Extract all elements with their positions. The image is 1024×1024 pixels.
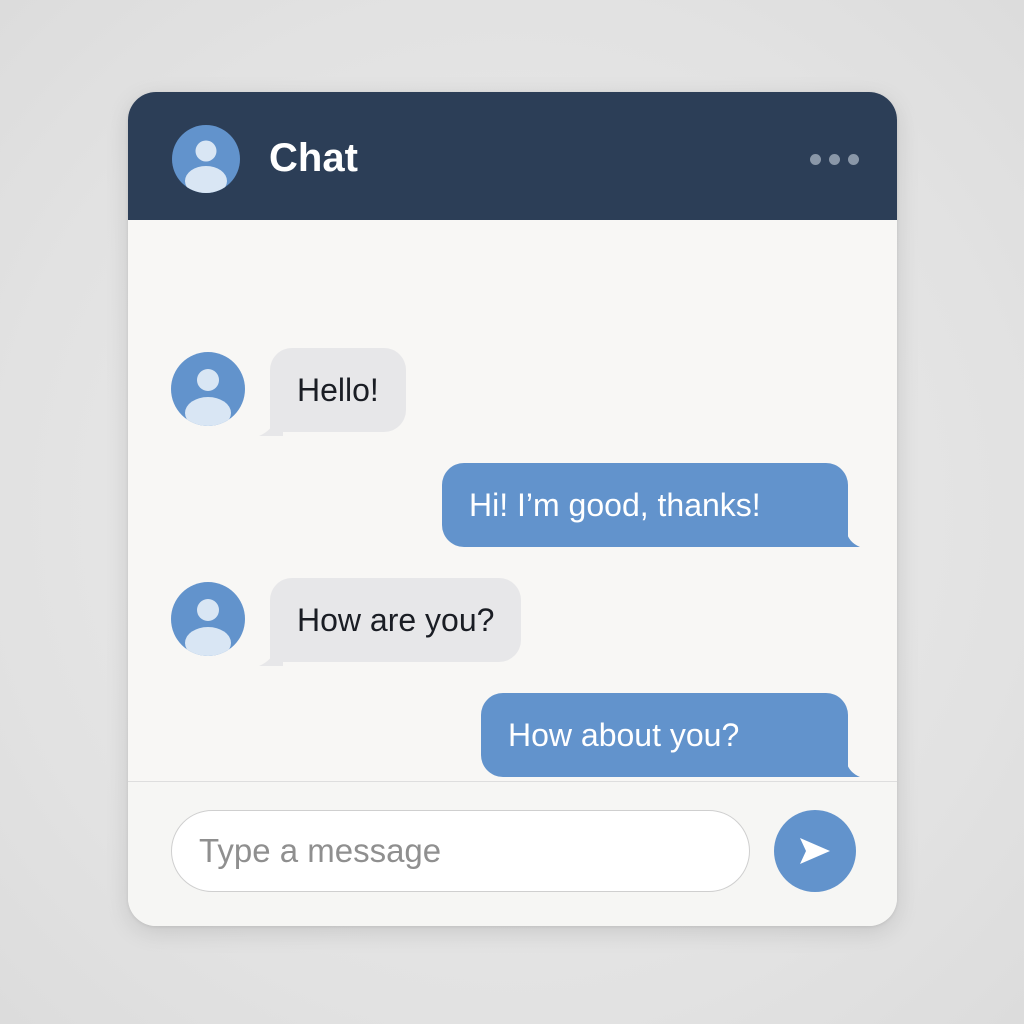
contact-avatar-icon (171, 582, 245, 656)
bubble-tail (836, 530, 860, 547)
message-input[interactable] (171, 810, 750, 892)
page-background: Chat Hello! Hi! I’m good, thanks! How ar… (0, 0, 1024, 1024)
chat-header: Chat (128, 92, 897, 220)
message-bubble-sent: Hi! I’m good, thanks! (442, 463, 848, 547)
more-horizontal-icon (809, 153, 821, 165)
more-options-button[interactable] (804, 144, 864, 174)
chat-title: Chat (269, 136, 358, 180)
message-bubble-sent: How about you? (481, 693, 848, 777)
contact-avatar-icon (171, 352, 245, 426)
message-list: Hello! Hi! I’m good, thanks! How are you… (128, 220, 897, 781)
message-bubble-received: How are you? (270, 578, 522, 662)
composer-bar (128, 781, 897, 926)
chat-window: Chat Hello! Hi! I’m good, thanks! How ar… (128, 92, 897, 926)
more-dot (847, 153, 859, 165)
send-icon (800, 838, 830, 864)
user-avatar-icon[interactable] (172, 125, 240, 193)
send-button[interactable] (774, 810, 856, 892)
message-bubble-received: Hello! (270, 348, 406, 432)
bubble-tail (836, 760, 860, 777)
more-dot (828, 153, 840, 165)
